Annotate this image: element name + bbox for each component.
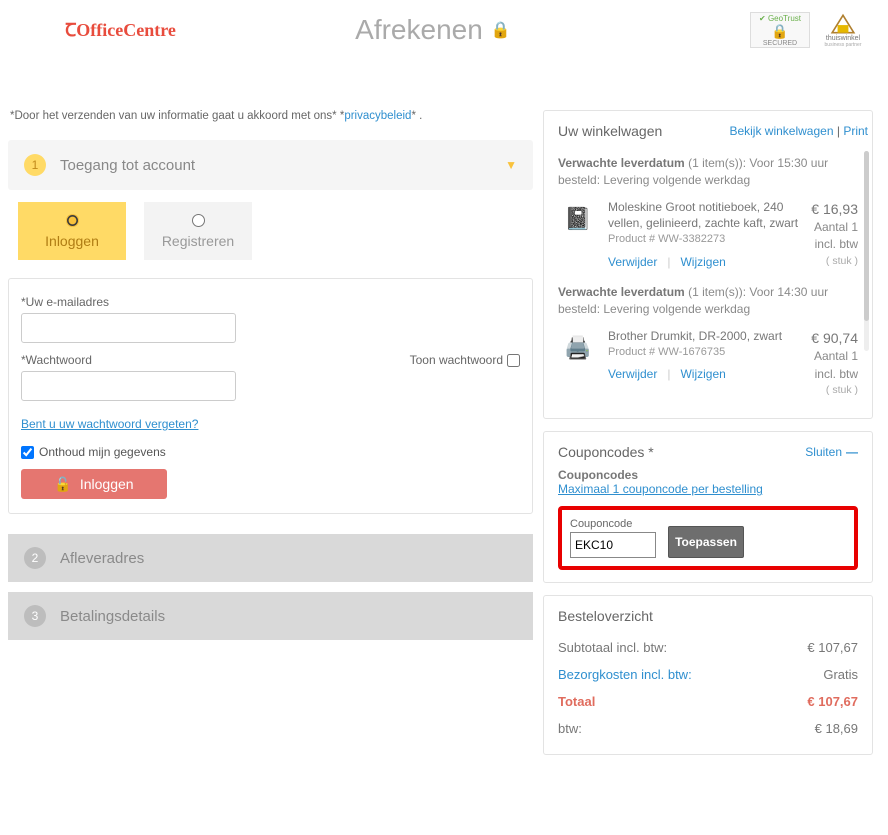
cart-item: 🖨️ Brother Drumkit, DR-2000, zwart Produ… (558, 322, 858, 406)
item-unit: ( stuk ) (811, 383, 858, 398)
coupon-info-link[interactable]: Maximaal 1 couponcode per bestelling (558, 482, 858, 496)
email-label: *Uw e-mailadres (21, 295, 109, 309)
geotrust-badge: ✔ GeoTrust 🔒 SECURED (750, 12, 810, 48)
coupon-panel: Couponcodes * Sluiten — Couponcodes Maxi… (543, 431, 873, 583)
vat-value: € 18,69 (815, 721, 858, 736)
coupon-field-label: Couponcode (570, 518, 656, 530)
item-qty: Aantal 1 (811, 219, 858, 236)
tab-register-radio[interactable] (192, 214, 205, 227)
coupon-input[interactable] (570, 532, 656, 558)
lock-icon: 🔒 (491, 20, 511, 40)
total-label: Totaal (558, 694, 595, 709)
login-button[interactable]: 🔓 Inloggen (21, 469, 167, 499)
consent-text: *Door het verzenden van uw informatie ga… (8, 110, 533, 122)
subtotal-label: Subtotaal incl. btw: (558, 640, 667, 655)
cart-panel: Uw winkelwagen Bekijk winkelwagen | Prin… (543, 110, 873, 419)
edit-link[interactable]: Wijzigen (680, 367, 725, 381)
step-2-header[interactable]: 2 Afleveradres (8, 534, 533, 582)
total-value: € 107,67 (807, 694, 858, 709)
remove-link[interactable]: Verwijder (608, 255, 657, 269)
tab-login-radio[interactable] (66, 214, 79, 227)
step-number: 1 (24, 154, 46, 176)
step-label: Betalingsdetails (60, 608, 165, 625)
step-number: 3 (24, 605, 46, 627)
subtotal-value: € 107,67 (807, 640, 858, 655)
lock-open-icon: 🔓 (54, 476, 71, 493)
chevron-down-icon: ▼ (505, 158, 517, 172)
shipping-label[interactable]: Bezorgkosten incl. btw: (558, 667, 692, 682)
remove-link[interactable]: Verwijder (608, 367, 657, 381)
remember-label: Onthoud mijn gegevens (39, 445, 166, 459)
item-vat: incl. btw (811, 366, 858, 383)
item-price: € 16,93 (811, 199, 858, 219)
login-form: *Uw e-mailadres *Wachtwoord Toon wachtwo… (8, 278, 533, 514)
product-name: Brother Drumkit, DR-2000, zwart (608, 328, 801, 345)
tab-register[interactable]: Registreren (144, 202, 252, 260)
summary-title: Besteloverzicht (558, 608, 858, 624)
summary-panel: Besteloverzicht Subtotaal incl. btw: € 1… (543, 595, 873, 755)
delivery-note: Verwachte leverdatum (1 item(s)): Voor 1… (558, 284, 858, 318)
item-price: € 90,74 (811, 328, 858, 348)
item-qty: Aantal 1 (811, 348, 858, 365)
page-title: Afrekenen 🔒 (355, 14, 511, 46)
show-password-checkbox[interactable] (507, 354, 520, 367)
coupon-close[interactable]: Sluiten — (805, 445, 858, 459)
coupon-title: Couponcodes * (558, 444, 654, 460)
privacy-link[interactable]: privacybeleid (344, 110, 411, 122)
delivery-note: Verwachte leverdatum (1 item(s)): Voor 1… (558, 155, 858, 189)
product-thumb: 🖨️ (558, 328, 598, 368)
password-label: *Wachtwoord (21, 353, 92, 367)
print-link[interactable]: Print (843, 124, 868, 138)
cart-item: 📓 Moleskine Groot notitieboek, 240 velle… (558, 193, 858, 279)
item-vat: incl. btw (811, 236, 858, 253)
password-field[interactable] (21, 371, 236, 401)
shipping-value: Gratis (823, 667, 858, 682)
view-cart-link[interactable]: Bekijk winkelwagen (729, 124, 833, 138)
email-field[interactable] (21, 313, 236, 343)
coupon-highlight-box: Couponcode Toepassen (558, 506, 858, 570)
forgot-password-link[interactable]: Bent u uw wachtwoord vergeten? (21, 417, 198, 431)
step-number: 2 (24, 547, 46, 569)
show-password-label: Toon wachtwoord (410, 353, 503, 367)
scrollbar[interactable] (864, 151, 869, 351)
remember-checkbox[interactable] (21, 446, 34, 459)
step-1-header[interactable]: 1 Toegang tot account ▼ (8, 140, 533, 190)
step-label: Toegang tot account (60, 157, 195, 174)
vat-label: btw: (558, 721, 582, 736)
edit-link[interactable]: Wijzigen (680, 255, 725, 269)
thuiswinkel-badge: thuiswinkel business partner (818, 12, 868, 48)
tab-login[interactable]: Inloggen (18, 202, 126, 260)
product-number: Product # WW-3382273 (608, 232, 801, 247)
product-name: Moleskine Groot notitieboek, 240 vellen,… (608, 199, 801, 233)
step-3-header[interactable]: 3 Betalingsdetails (8, 592, 533, 640)
step-label: Afleveradres (60, 550, 144, 567)
product-number: Product # WW-1676735 (608, 345, 801, 360)
product-thumb: 📓 (558, 199, 598, 239)
item-unit: ( stuk ) (811, 254, 858, 269)
coupon-sublabel: Couponcodes (558, 468, 638, 482)
apply-coupon-button[interactable]: Toepassen (668, 526, 744, 558)
cart-title: Uw winkelwagen (558, 123, 662, 139)
